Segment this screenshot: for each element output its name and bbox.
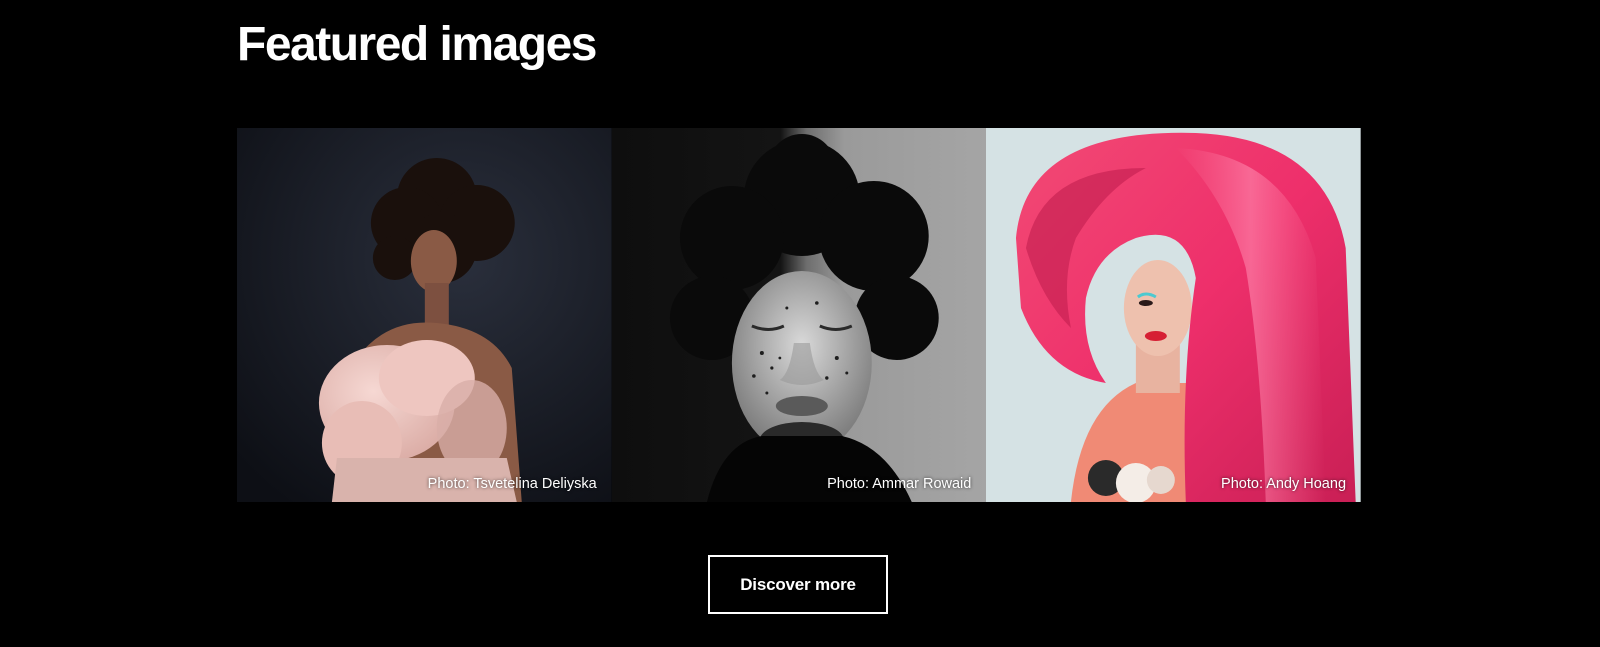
photo-credit: Photo: Tsvetelina Deliyska bbox=[427, 476, 597, 492]
featured-images-section: Featured images Photo: Tsvetelina Deliys… bbox=[0, 0, 1600, 647]
gallery-item-3[interactable]: Photo: Andy Hoang bbox=[986, 128, 1361, 502]
discover-more-label: Discover more bbox=[740, 574, 856, 594]
gallery-item-1[interactable]: Photo: Tsvetelina Deliyska bbox=[237, 128, 612, 502]
portrait-photo-2 bbox=[611, 128, 987, 502]
photo-credit: Photo: Ammar Rowaid bbox=[827, 476, 972, 492]
portrait-photo-3 bbox=[986, 128, 1361, 502]
section-title: Featured images bbox=[237, 18, 597, 71]
gallery-item-2[interactable]: Photo: Ammar Rowaid bbox=[611, 128, 987, 502]
discover-more-button[interactable]: Discover more bbox=[708, 555, 888, 614]
photo-credit: Photo: Andy Hoang bbox=[1221, 476, 1347, 492]
portrait-photo-1 bbox=[237, 128, 612, 502]
featured-gallery: Photo: Tsvetelina Deliyska Photo: Ammar … bbox=[237, 128, 1361, 502]
